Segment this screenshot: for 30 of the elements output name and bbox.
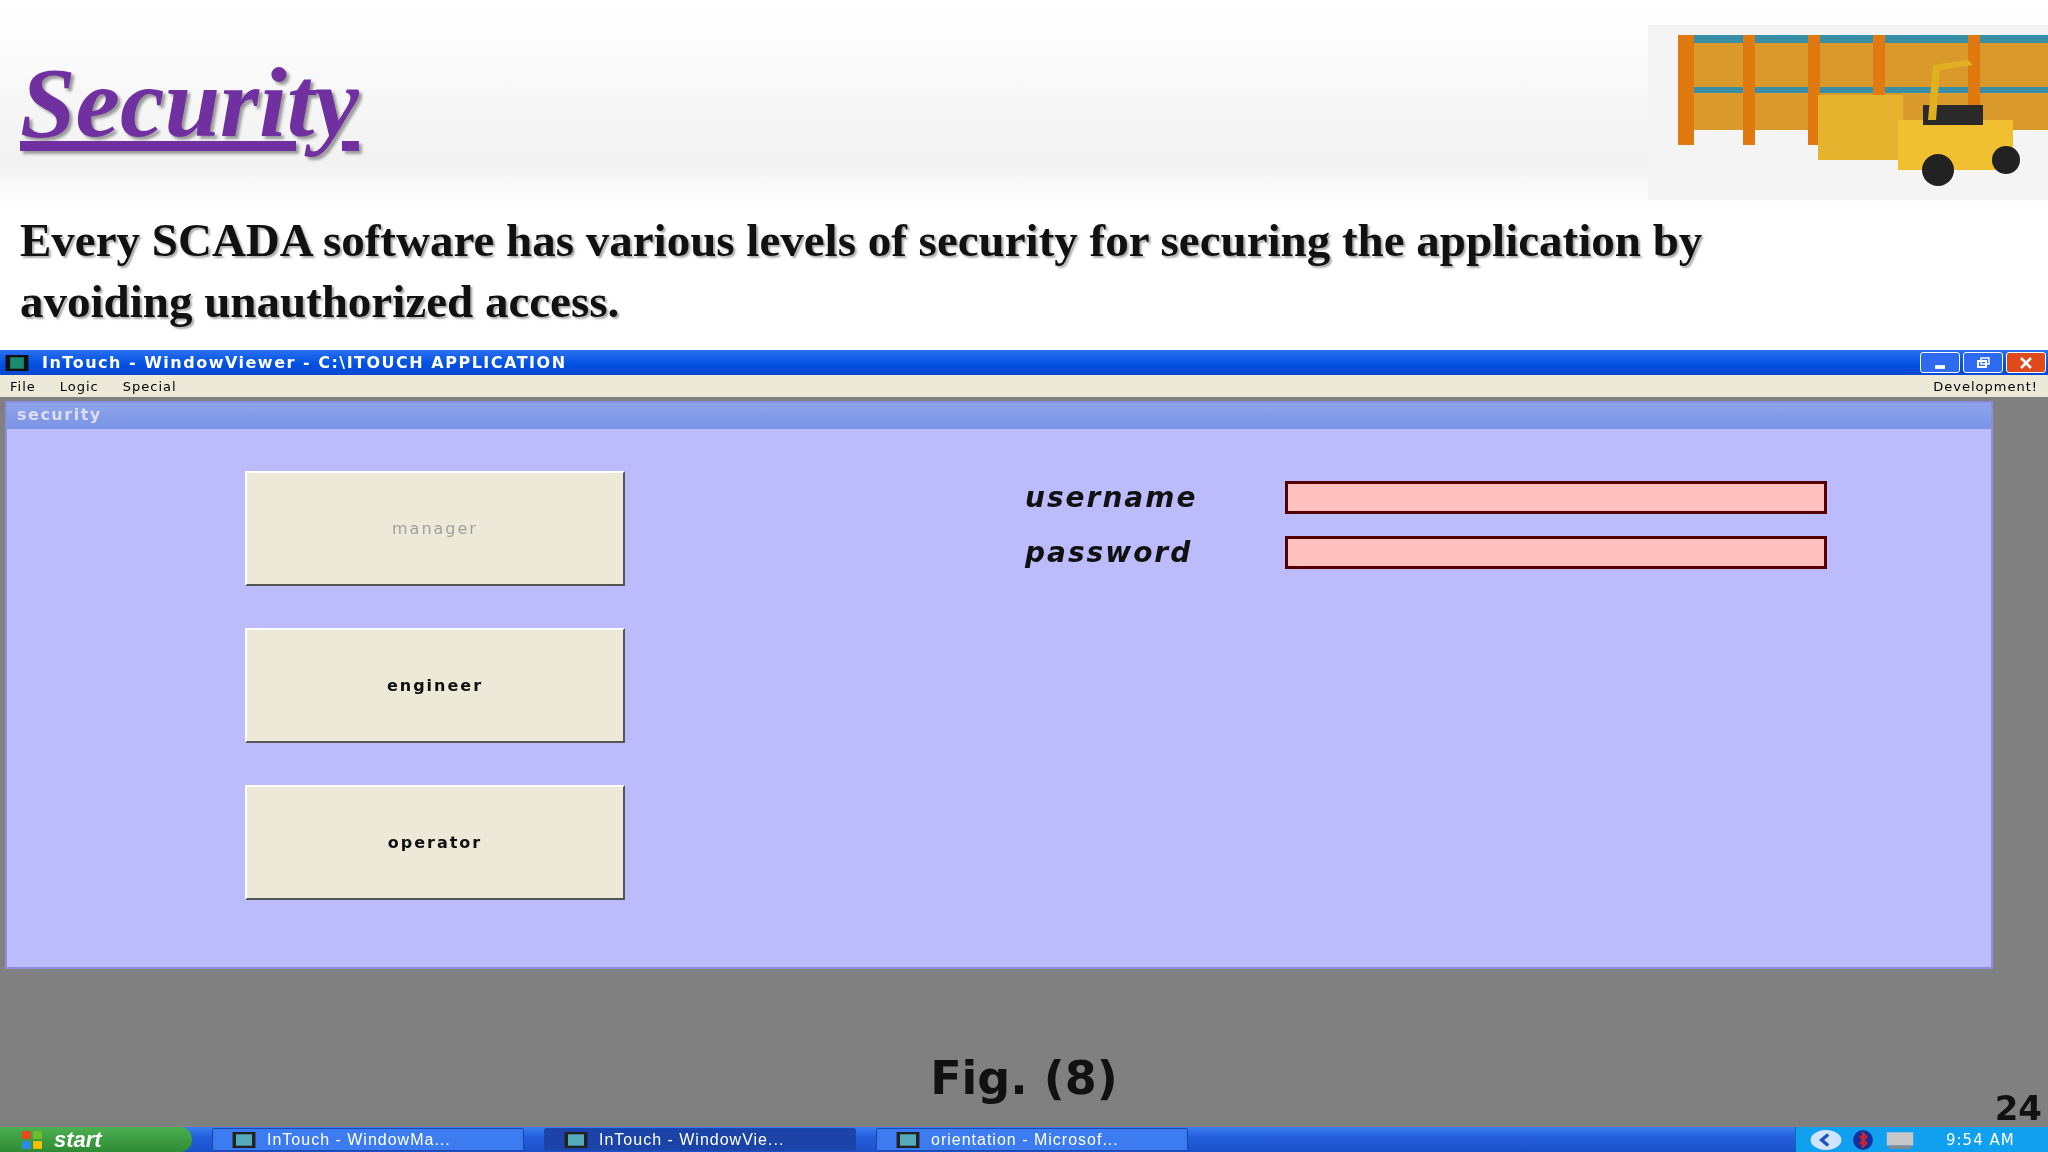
flag-icon [20,1129,44,1150]
start-button[interactable]: start [0,1127,192,1152]
window-icon [895,1131,921,1148]
minimize-button[interactable] [1920,352,1960,373]
input-field[interactable] [1285,536,1827,569]
menu-item[interactable]: Logic [59,378,99,394]
window-icon [563,1131,589,1148]
taskbar-button[interactable]: InTouch - WindowMa... [212,1128,524,1151]
role-button[interactable]: operator [245,785,625,900]
window-title: InTouch - WindowViewer - C:\ITOUCH APPLICATION [42,353,567,372]
bluetooth-icon[interactable] [1852,1128,1874,1151]
taskbar-button[interactable]: orientation - Microsof... [876,1128,1188,1151]
clock: 9:54 AM [1946,1130,2015,1149]
page-number: 24 [1994,1091,2042,1125]
field-label: password [1025,536,1194,569]
close-button[interactable] [2006,352,2046,373]
role-button[interactable]: engineer [245,628,625,743]
mode-label: Development! [1933,378,2038,394]
slide-text: Every SCADA software has various levels of security for securing the application by avoiding unauthorized access. [19,213,1704,329]
menu-item[interactable]: Special [122,378,177,394]
figure-caption: Fig. (8) [929,1051,1119,1105]
menu-item[interactable]: File [10,378,36,394]
taskbar-button[interactable]: InTouch - WindowVie... [544,1128,856,1151]
panel-title: security [7,403,1991,429]
window-icon [231,1131,257,1148]
field-label: username [1025,481,1199,514]
input-field[interactable] [1285,481,1827,514]
minimize-icon [1935,364,1945,369]
slide-title: Security [20,46,359,160]
restore-button[interactable] [1963,352,2003,373]
